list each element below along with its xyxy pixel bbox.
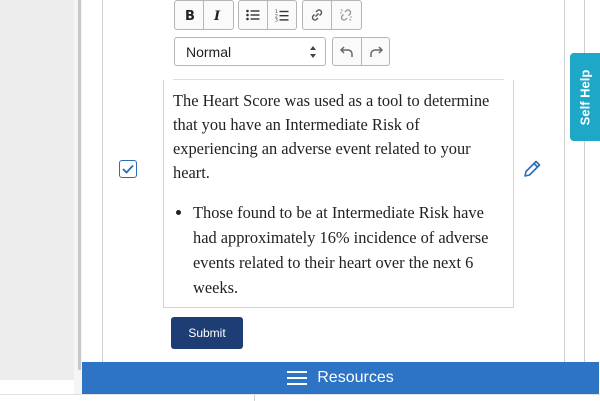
bold-button[interactable]: B: [175, 1, 203, 29]
link-button[interactable]: [303, 1, 331, 29]
unlink-button[interactable]: [331, 1, 359, 29]
bullet-list-icon: [246, 9, 260, 21]
submit-button[interactable]: Submit: [171, 317, 243, 349]
italic-button[interactable]: I: [203, 1, 231, 29]
left-panel: [0, 0, 75, 380]
paragraph-format-select[interactable]: Normal: [174, 37, 326, 66]
numbered-list-button[interactable]: 1 2 3: [267, 1, 295, 29]
editor-paragraph: The Heart Score was used as a tool to de…: [173, 91, 490, 182]
undo-button[interactable]: [333, 38, 361, 65]
editor-bullet-item: Those found to be at Intermediate Risk h…: [193, 200, 508, 300]
link-group: [302, 0, 362, 30]
svg-text:I: I: [213, 9, 221, 22]
redo-button[interactable]: [361, 38, 389, 65]
svg-text:B: B: [185, 9, 195, 22]
pencil-icon[interactable]: [521, 158, 543, 180]
select-arrows-icon: [310, 46, 316, 58]
resources-bar[interactable]: Resources: [82, 362, 599, 394]
redo-icon: [369, 45, 383, 57]
bold-icon: B: [185, 9, 195, 22]
resources-label: Resources: [317, 369, 394, 386]
link-icon: [311, 9, 323, 21]
svg-text:3: 3: [275, 17, 278, 21]
unlink-icon: [339, 9, 352, 21]
item-checkbox[interactable]: [119, 160, 137, 178]
bottom-divider: [254, 395, 255, 401]
panel-divider[interactable]: [78, 0, 81, 370]
list-group: 1 2 3: [238, 0, 297, 30]
undo-icon: [340, 45, 353, 57]
editor-bullet-list: Those found to be at Intermediate Risk h…: [173, 200, 508, 300]
history-group: [332, 37, 390, 66]
checkmark-icon: [122, 164, 134, 174]
numbered-list-icon: 1 2 3: [275, 9, 288, 22]
self-help-label: Self Help: [577, 69, 593, 125]
editor-content[interactable]: The Heart Score was used as a tool to de…: [173, 89, 508, 300]
text-style-group: B I: [174, 0, 234, 30]
format-select-value: Normal: [186, 43, 232, 60]
bullet-list-button[interactable]: [239, 1, 267, 29]
self-help-tab[interactable]: Self Help: [570, 53, 600, 141]
hamburger-menu-icon: [287, 371, 308, 385]
italic-icon: I: [213, 9, 221, 22]
